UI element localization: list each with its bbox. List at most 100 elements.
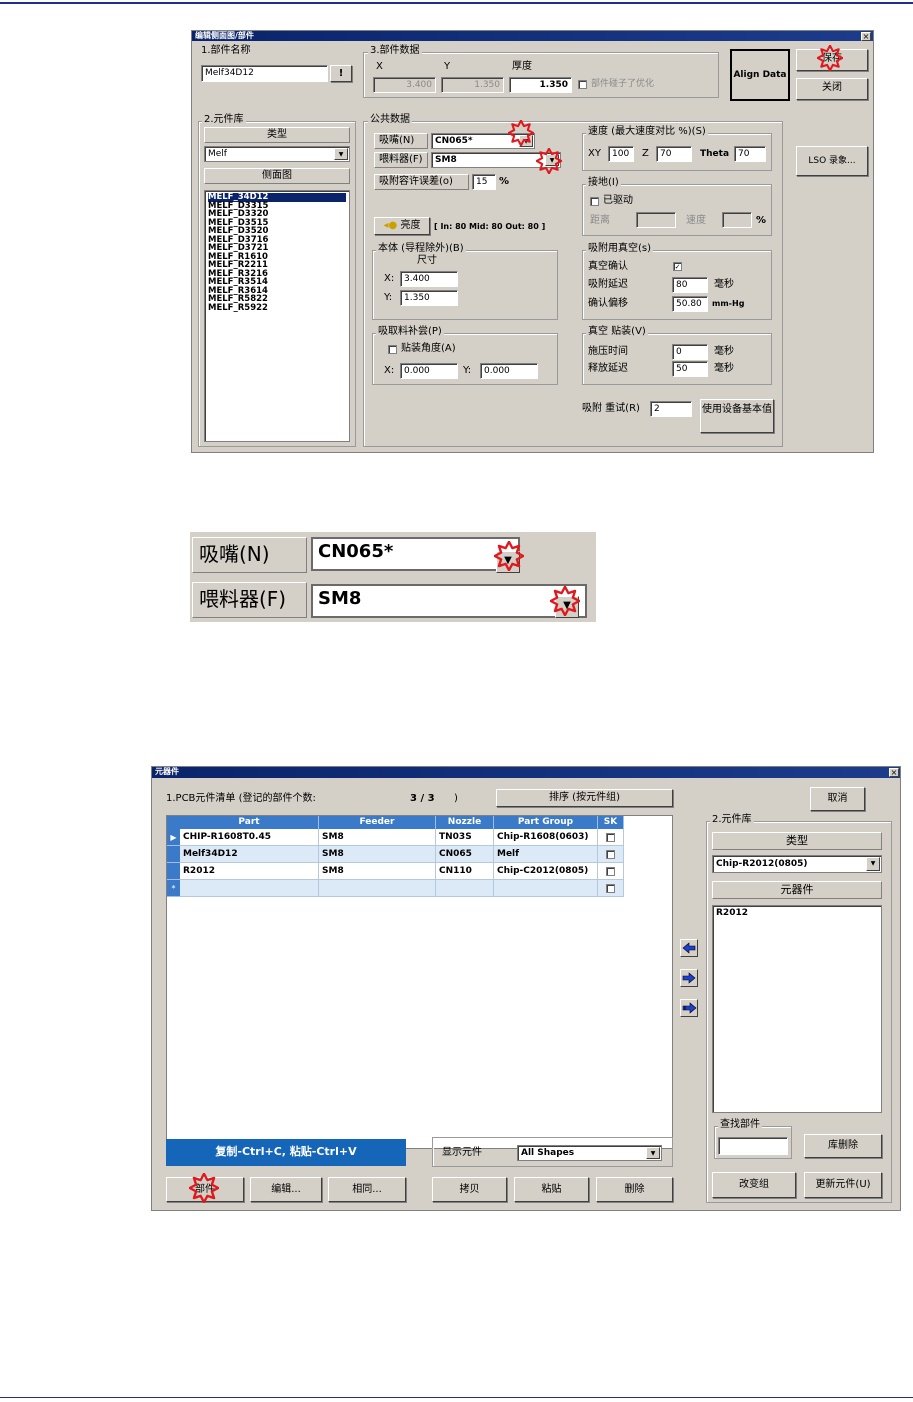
library-type-select[interactable]: Chip-R2012(0805) ▼ [712,855,882,873]
table-cell[interactable]: Chip-R1608(0603) [494,829,598,846]
table-cell[interactable] [436,880,494,897]
list-item[interactable]: R2012 [716,908,878,919]
cancel-button[interactable]: 取消 [810,787,865,811]
speed-label: 速度 (最大速度对比 %)(S) [586,126,708,138]
sk-cell [598,829,624,846]
paste-button[interactable]: 粘贴 [514,1177,589,1202]
close-icon[interactable]: × [889,768,899,777]
table-cell[interactable]: TN03S [436,829,494,846]
optimize-checkbox[interactable] [578,80,587,89]
component-list[interactable]: R2012 [712,905,882,1113]
sort-by-group-button[interactable]: 排序 (按元件组) [496,789,673,807]
mount-angle-checkbox[interactable] [388,345,397,354]
mount-angle-label: 贴装角度(A) [401,343,456,354]
part-data-label: 3.部件数据 [368,45,422,57]
marker-icon [550,586,580,616]
table-cell[interactable] [494,880,598,897]
table-cell[interactable]: CHIP-R1608T0.45 [180,829,319,846]
table-cell[interactable]: Melf [494,846,598,863]
table-cell[interactable] [180,880,319,897]
thickness-input[interactable]: 1.350 [509,77,572,93]
vacuum-mount-label: 真空 贴装(V) [586,326,648,338]
column-header[interactable]: Part [180,816,319,829]
marker-icon [817,45,843,71]
zoom-feeder-select[interactable]: SM8 ▼ [311,584,587,618]
delete-button[interactable]: 删除 [596,1177,673,1202]
pick-retry-label: 吸附 重试(R) [582,403,640,414]
column-header[interactable]: SK [598,816,624,829]
row-selector[interactable]: ▶ [167,829,180,846]
use-default-button[interactable]: 使用设备基本值 [700,399,774,433]
component-library-label: 2.元件库 [710,814,754,826]
brightness-button-label: 亮度 [400,220,421,231]
show-component-select[interactable]: All Shapes ▼ [517,1145,662,1161]
speed-z-label: Z [642,148,649,159]
column-header[interactable]: Nozzle [436,816,494,829]
chevron-down-icon[interactable]: ▼ [334,148,348,160]
row-selector[interactable] [167,846,180,863]
table-cell[interactable]: SM8 [319,863,436,880]
part-name-button[interactable]: ! [330,65,352,82]
table-cell[interactable]: SM8 [319,846,436,863]
pcb-part-grid[interactable]: Part Feeder Nozzle Part Group SK ▶ CHIP-R… [166,815,673,1149]
pick-delay-unit: 毫秒 [714,279,734,290]
pick-delay-input[interactable]: 80 [672,277,708,293]
sk-checkbox[interactable] [606,867,615,876]
sk-checkbox[interactable] [606,850,615,859]
chevron-down-icon[interactable]: ▼ [866,857,880,871]
speed-z-input[interactable]: 70 [656,146,692,162]
library-delete-button[interactable]: 库删除 [804,1134,882,1158]
change-group-button[interactable]: 改变组 [712,1172,796,1198]
table-cell[interactable]: CN065 [436,846,494,863]
type-select[interactable]: Melf ▼ [204,146,350,162]
move-right-button[interactable] [680,969,698,987]
table-cell[interactable]: Chip-C2012(0805) [494,863,598,880]
same-button[interactable]: 相同... [328,1177,406,1202]
driven-checkbox[interactable] [590,197,599,206]
comp-x-input[interactable]: 0.000 [400,363,458,379]
sk-checkbox[interactable] [606,884,615,893]
column-header[interactable]: Part Group [494,816,598,829]
move-all-right-button[interactable] [680,999,698,1017]
table-cell[interactable] [319,880,436,897]
dialog-title: 编辑侧面图/部件 [192,31,873,41]
list-item[interactable]: MELF_R5922 [208,303,346,313]
release-delay-input[interactable]: 50 [672,361,708,377]
table-cell[interactable]: Melf34D12 [180,846,319,863]
row-selector[interactable]: * [167,880,180,897]
part-name-input[interactable]: Melf34D12 [201,65,328,82]
tolerance-unit: % [499,176,510,187]
speed-xy-input[interactable]: 100 [608,146,634,162]
search-part-input[interactable] [718,1137,788,1155]
vacuum-confirm-checkbox[interactable]: ✓ [673,262,682,271]
update-component-button[interactable]: 更新元件(U) [804,1172,882,1198]
ground-group [582,184,772,236]
comp-y-input[interactable]: 0.000 [480,363,538,379]
zoom-nozzle-select[interactable]: CN065* ▼ [311,537,520,573]
close-icon[interactable]: × [861,32,871,41]
move-left-button[interactable] [680,939,698,957]
table-cell[interactable]: SM8 [319,829,436,846]
side-view-list[interactable]: MELF_34D12 MELF_D3315 MELF_D3320 MELF_D3515… [204,190,350,442]
table-cell[interactable]: CN110 [436,863,494,880]
pick-retry-input[interactable]: 2 [650,401,692,417]
align-data-button[interactable]: Align Data [730,49,790,101]
speed-theta-input[interactable]: 70 [734,146,766,162]
copy-button[interactable]: 拷贝 [432,1177,507,1202]
body-x-input[interactable]: 3.400 [400,271,458,287]
body-y-input[interactable]: 1.350 [400,290,458,306]
driven-label: 已驱动 [603,195,633,206]
row-selector[interactable] [167,863,180,880]
lso-record-button[interactable]: LSO 录象... [796,146,868,176]
column-header[interactable]: Feeder [319,816,436,829]
table-cell[interactable]: R2012 [180,863,319,880]
chevron-down-icon[interactable]: ▼ [646,1147,660,1159]
press-time-input[interactable]: 0 [672,344,708,360]
sk-checkbox[interactable] [606,833,615,842]
components-dialog: 元器件 × 1.PCB元件清单 (登记的部件个数: 3 / 3 ) 排序 (按元… [151,766,901,1211]
edit-button[interactable]: 编辑... [250,1177,322,1202]
brightness-button[interactable]: ◂● 亮度 [374,217,430,235]
tolerance-input[interactable]: 15 [472,174,496,190]
confirm-offset-input[interactable]: 50.80 [672,296,708,312]
close-button[interactable]: 关闭 [796,78,868,100]
